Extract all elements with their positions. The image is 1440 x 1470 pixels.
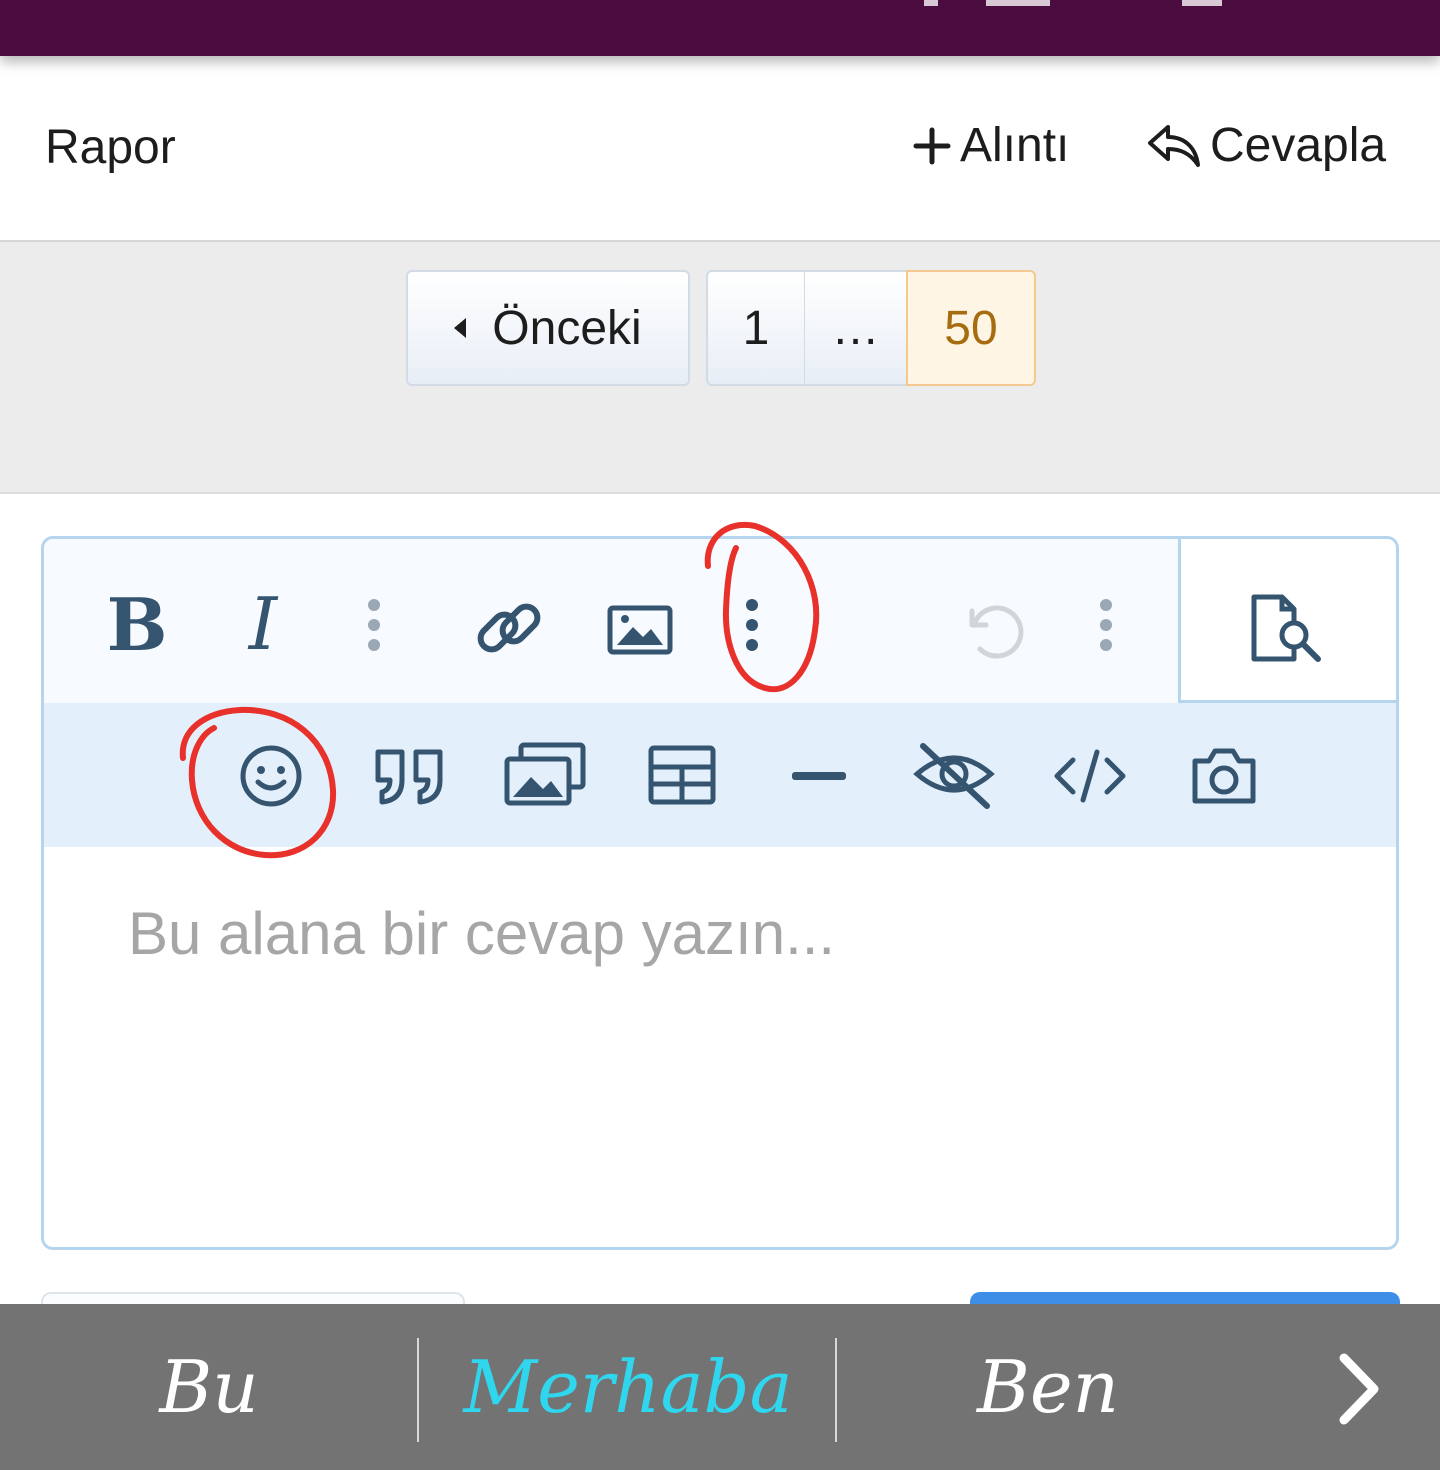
reply-arrow-icon: [1148, 124, 1200, 167]
more-insert-icon[interactable]: [734, 595, 770, 655]
camera-icon[interactable]: [1186, 741, 1262, 811]
page-1-button[interactable]: 1: [706, 270, 806, 386]
previous-page-label: Önceki: [492, 301, 642, 355]
chevron-right-icon[interactable]: [1320, 1344, 1400, 1434]
image-icon[interactable]: [602, 599, 678, 661]
bold-icon[interactable]: B: [102, 579, 172, 669]
horizontal-line-icon[interactable]: [784, 763, 854, 791]
more-options-icon[interactable]: [1088, 595, 1124, 655]
reply-input[interactable]: Bu alana bir cevap yazın...: [128, 899, 835, 968]
preview-toggle[interactable]: [1178, 539, 1396, 703]
spoiler-icon[interactable]: [912, 737, 996, 813]
quote-icon[interactable]: [370, 741, 450, 811]
report-link[interactable]: Rapor: [45, 120, 176, 175]
caret-left-icon: [454, 318, 467, 338]
post-actions-bar: Rapor Alıntı Cevapla: [0, 56, 1440, 240]
keyboard-suggestion-bar: Bu Merhaba Ben: [0, 1304, 1440, 1470]
undo-icon[interactable]: [956, 595, 1026, 665]
app-top-bar: [0, 0, 1440, 56]
media-gallery-icon[interactable]: [502, 739, 588, 809]
previous-page-button[interactable]: Önceki: [406, 270, 690, 386]
reply-button[interactable]: Cevapla: [1146, 118, 1386, 173]
table-icon[interactable]: [644, 743, 720, 807]
suggestion-divider: [417, 1338, 419, 1442]
pagination-area: Önceki 1 … 50: [0, 240, 1440, 494]
suggestion-item[interactable]: Ben: [838, 1304, 1258, 1470]
suggestion-divider: [835, 1338, 837, 1442]
page-ellipsis-button[interactable]: …: [804, 270, 908, 386]
quote-label: Alıntı: [960, 119, 1070, 172]
suggestion-item-highlighted[interactable]: Merhaba: [420, 1304, 836, 1470]
italic-icon[interactable]: I: [228, 579, 298, 669]
plus-icon: [913, 127, 951, 164]
quote-button[interactable]: Alıntı: [912, 118, 1069, 173]
reply-label: Cevapla: [1210, 119, 1387, 172]
code-icon[interactable]: [1050, 741, 1130, 811]
editor-toolbar-primary: B I: [44, 539, 1178, 703]
suggestion-item[interactable]: Bu: [0, 1304, 418, 1470]
link-icon[interactable]: [472, 591, 546, 665]
reply-editor: B I Bu alana bir cevap yazın...: [41, 536, 1399, 1250]
editor-toolbar-secondary: [44, 703, 1396, 847]
more-text-icon[interactable]: [356, 595, 392, 655]
current-page-button[interactable]: 50: [906, 270, 1036, 386]
smiley-icon[interactable]: [236, 741, 306, 811]
preview-icon[interactable]: [1247, 591, 1327, 665]
status-bar-icons: [900, 0, 1222, 10]
